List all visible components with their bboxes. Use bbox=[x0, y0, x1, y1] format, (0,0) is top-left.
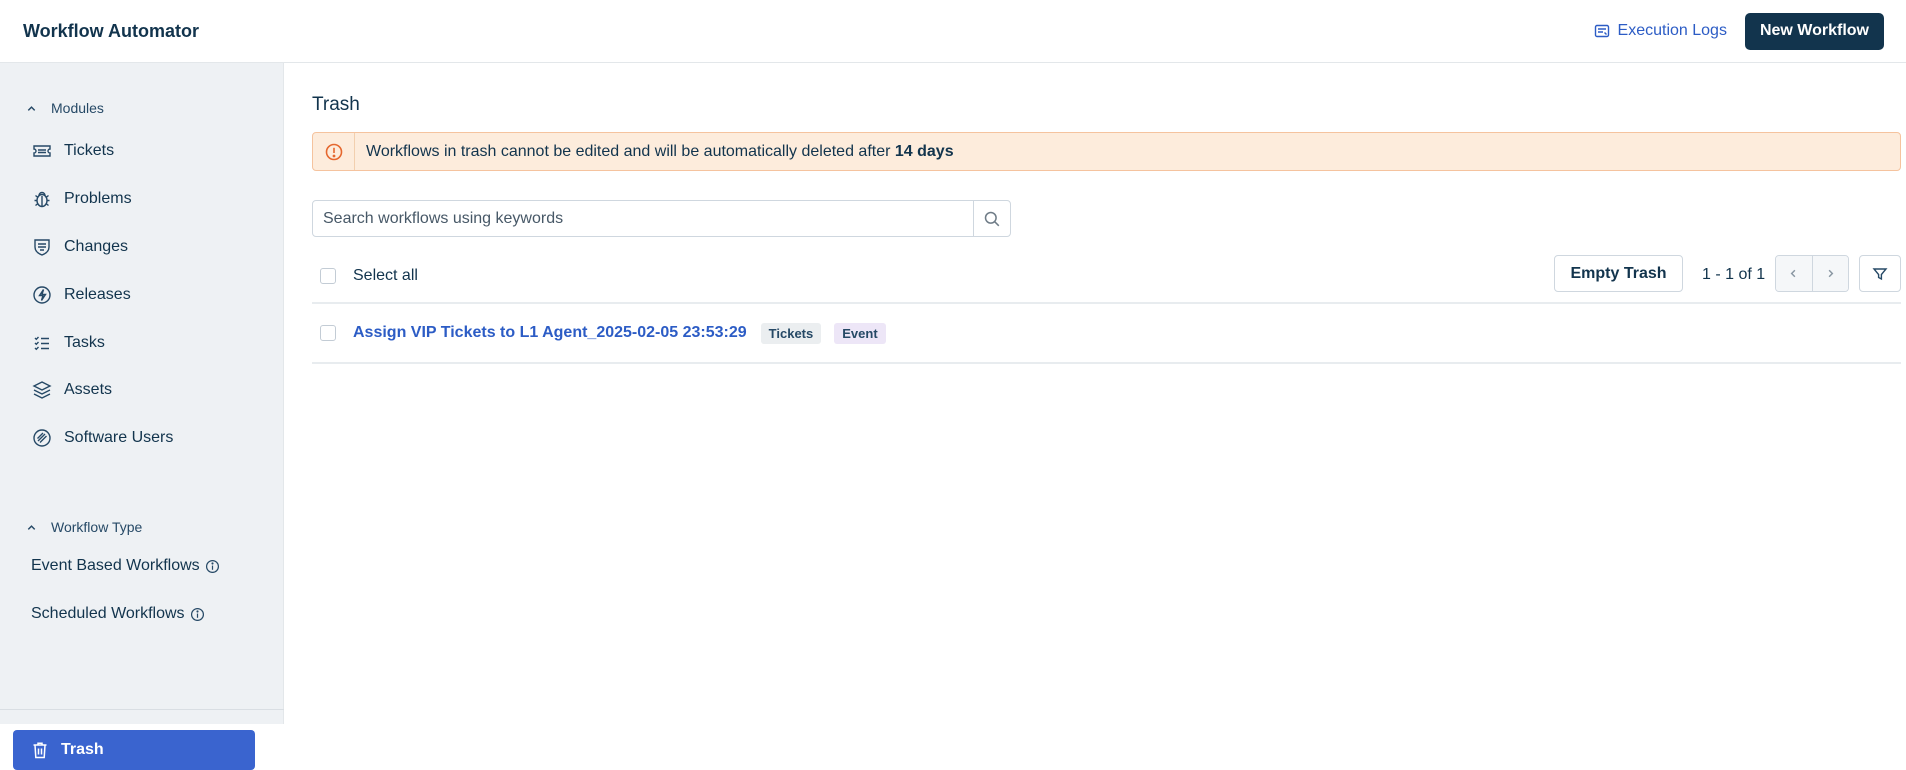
info-icon bbox=[205, 559, 219, 573]
filter-icon bbox=[1872, 267, 1888, 280]
sidebar-item-tasks[interactable]: Tasks bbox=[31, 332, 105, 354]
sidebar-item-problems[interactable]: Problems bbox=[31, 188, 132, 210]
sidebar-item-software-users[interactable]: Software Users bbox=[31, 427, 173, 449]
execution-logs-label: Execution Logs bbox=[1617, 22, 1727, 39]
sidebar-item-tickets[interactable]: Tickets bbox=[31, 140, 114, 162]
trash-icon bbox=[33, 742, 47, 759]
chevron-up-icon bbox=[27, 524, 36, 530]
banner-message: Workflows in trash cannot be edited and … bbox=[355, 143, 954, 161]
app-title: Workflow Automator bbox=[23, 20, 199, 41]
page-title: Trash bbox=[312, 94, 360, 115]
sidebar-item-label: Problems bbox=[64, 190, 132, 207]
sidebar-item-trash[interactable]: Trash bbox=[13, 730, 255, 770]
workflow-type-section-toggle[interactable]: Workflow Type bbox=[26, 519, 142, 535]
filter-button[interactable] bbox=[1859, 255, 1901, 292]
banner-bold-text: 14 days bbox=[894, 142, 954, 160]
search-button[interactable] bbox=[973, 201, 1010, 236]
select-all-label: Select all bbox=[353, 267, 418, 284]
sidebar: Modules Tickets Problems Changes Release… bbox=[0, 63, 284, 770]
modules-section-toggle[interactable]: Modules bbox=[26, 100, 104, 116]
sidebar-item-label: Assets bbox=[64, 381, 113, 398]
sidebar-divider bbox=[0, 709, 284, 710]
chevron-up-icon bbox=[27, 105, 36, 111]
banner-icon-wrap bbox=[313, 133, 355, 170]
workflow-type-section-label: Workflow Type bbox=[51, 519, 143, 535]
warning-banner: Workflows in trash cannot be edited and … bbox=[312, 132, 1901, 171]
main-content: Trash Workflows in trash cannot be edite… bbox=[285, 63, 1906, 724]
layers-icon bbox=[32, 381, 52, 399]
sidebar-item-label: Tasks bbox=[64, 334, 105, 351]
top-header: Workflow Automator Execution Logs New Wo… bbox=[0, 0, 1906, 63]
select-all-control: Select all bbox=[320, 267, 418, 285]
module-tag: Tickets bbox=[760, 322, 822, 344]
next-page-button[interactable] bbox=[1811, 256, 1848, 291]
new-workflow-button[interactable]: New Workflow bbox=[1744, 12, 1884, 50]
sidebar-item-label: Event Based Workflows bbox=[31, 557, 200, 574]
changes-icon bbox=[34, 239, 50, 256]
sidebar-item-label: Software Users bbox=[64, 429, 174, 446]
bug-icon bbox=[34, 191, 50, 208]
row-checkbox[interactable] bbox=[320, 325, 336, 341]
sidebar-item-assets[interactable]: Assets bbox=[31, 379, 112, 401]
select-all-checkbox[interactable] bbox=[320, 268, 336, 284]
search-input[interactable] bbox=[313, 201, 973, 236]
tasks-icon bbox=[34, 336, 49, 351]
sidebar-item-label: Scheduled Workflows bbox=[31, 605, 185, 622]
table-row: Assign VIP Tickets to L1 Agent_2025-02-0… bbox=[312, 304, 1901, 364]
warning-icon bbox=[325, 143, 342, 160]
chevron-left-icon bbox=[1790, 269, 1796, 278]
chevron-right-icon bbox=[1828, 269, 1834, 278]
ticket-icon bbox=[33, 145, 51, 157]
logs-icon bbox=[1594, 24, 1609, 38]
sidebar-item-scheduled-workflows[interactable]: Scheduled Workflows bbox=[31, 605, 205, 623]
empty-trash-button[interactable]: Empty Trash bbox=[1554, 255, 1683, 292]
modules-section-label: Modules bbox=[51, 100, 104, 116]
pagination-text: 1 - 1 of 1 bbox=[1702, 266, 1766, 283]
header-actions: Execution Logs New Workflow bbox=[1594, 12, 1884, 50]
sidebar-item-label: Tickets bbox=[64, 142, 115, 159]
sidebar-item-label: Releases bbox=[64, 286, 131, 303]
workflow-name-link[interactable]: Assign VIP Tickets to L1 Agent_2025-02-0… bbox=[353, 324, 747, 342]
execution-logs-link[interactable]: Execution Logs bbox=[1594, 22, 1727, 40]
previous-page-button[interactable] bbox=[1776, 256, 1812, 291]
software-icon bbox=[33, 429, 51, 447]
releases-icon bbox=[33, 286, 51, 304]
sidebar-item-changes[interactable]: Changes bbox=[31, 236, 128, 258]
search-icon bbox=[984, 211, 1000, 226]
sidebar-item-releases[interactable]: Releases bbox=[31, 284, 131, 306]
sidebar-item-event-based-workflows[interactable]: Event Based Workflows bbox=[31, 557, 220, 575]
info-icon bbox=[190, 607, 204, 621]
search-box bbox=[312, 200, 1011, 237]
type-tag: Event bbox=[834, 322, 886, 344]
sidebar-item-label: Changes bbox=[64, 238, 129, 255]
sidebar-item-label: Trash bbox=[61, 741, 104, 758]
banner-text: Workflows in trash cannot be edited and … bbox=[366, 142, 895, 160]
pagination-controls bbox=[1775, 255, 1849, 292]
